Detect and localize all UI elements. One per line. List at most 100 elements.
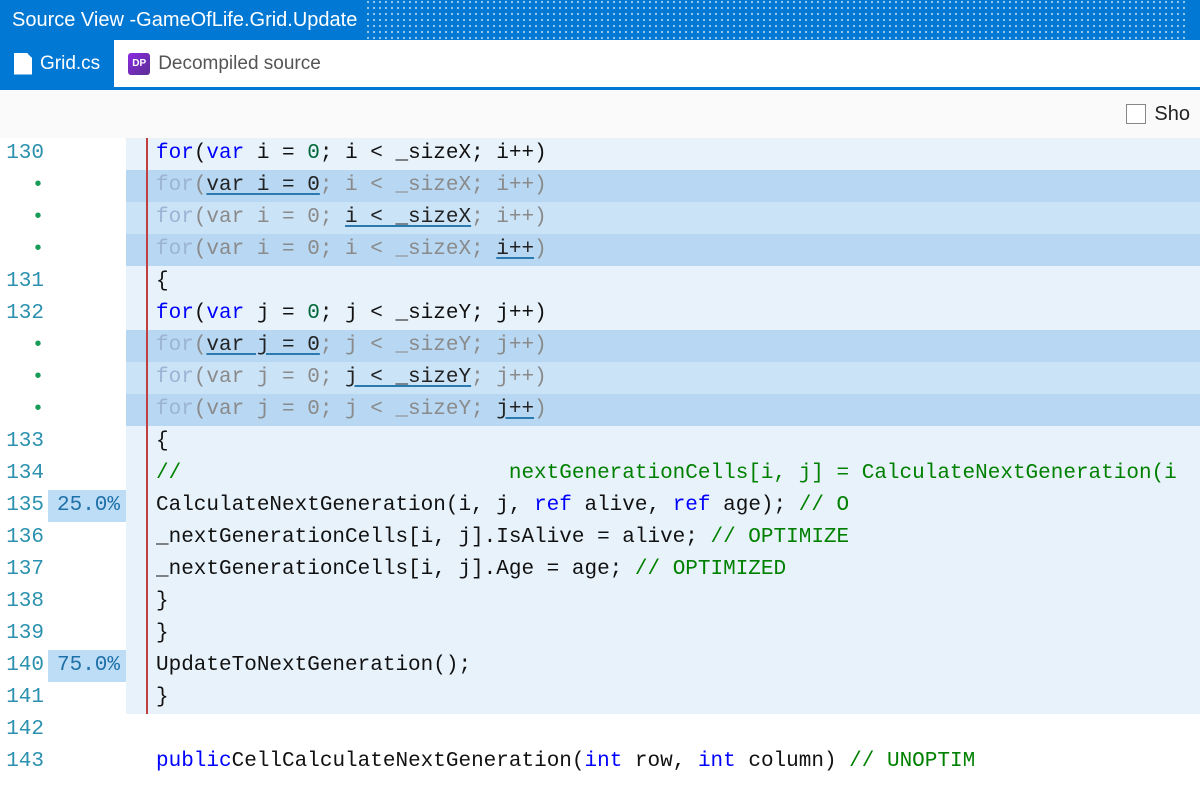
toolbar: Sho (0, 90, 1200, 138)
code-text[interactable]: for (var i = 0; i < _sizeX; i++) (156, 138, 1200, 170)
percent-gutter (48, 234, 126, 266)
change-bar (126, 458, 156, 490)
line-number: 143 (0, 746, 48, 778)
title-grip[interactable] (365, 0, 1188, 40)
code-text[interactable]: // nextGenerationCells[i, j] = Calculate… (156, 458, 1200, 490)
code-row[interactable]: • for (var i = 0; i < _sizeX; i++) (0, 202, 1200, 234)
percent-gutter: 25.0% (48, 490, 126, 522)
line-number: 136 (0, 522, 48, 554)
tab-grid-cs[interactable]: Grid.cs (0, 40, 114, 87)
line-number: • (0, 202, 48, 234)
change-bar (126, 682, 156, 714)
code-text[interactable]: for (var i = 0; i < _sizeX; i++) (156, 202, 1200, 234)
line-number: • (0, 394, 48, 426)
percent-gutter (48, 682, 126, 714)
code-row[interactable]: 134// nextGenerationCells[i, j] = Calcul… (0, 458, 1200, 490)
change-bar (126, 522, 156, 554)
code-text[interactable]: for (var j = 0; j < _sizeY; j++) (156, 362, 1200, 394)
code-row[interactable]: 136 _nextGenerationCells[i, j].IsAlive =… (0, 522, 1200, 554)
change-bar (126, 234, 156, 266)
code-text[interactable]: for (var i = 0; i < _sizeX; i++) (156, 170, 1200, 202)
code-text[interactable]: UpdateToNextGeneration(); (156, 650, 1200, 682)
change-bar (126, 746, 156, 778)
percent-gutter (48, 714, 126, 746)
line-number: • (0, 170, 48, 202)
code-row[interactable]: 141 } (0, 682, 1200, 714)
code-text[interactable]: } (156, 618, 1200, 650)
percent-gutter (48, 458, 126, 490)
code-row[interactable]: • for (var j = 0; j < _sizeY; j++) (0, 362, 1200, 394)
code-text[interactable]: public Cell CalculateNextGeneration(int … (156, 746, 1200, 778)
title-bar: Source View - GameOfLife.Grid.Update (0, 0, 1200, 40)
code-text[interactable]: } (156, 586, 1200, 618)
change-bar (126, 330, 156, 362)
line-number: 133 (0, 426, 48, 458)
code-text[interactable]: for (var j = 0; j < _sizeY; j++) (156, 394, 1200, 426)
line-number: 132 (0, 298, 48, 330)
code-text[interactable]: } (156, 682, 1200, 714)
code-row[interactable]: 131 { (0, 266, 1200, 298)
code-text[interactable]: for (var j = 0; j < _sizeY; j++) (156, 330, 1200, 362)
percent-gutter (48, 298, 126, 330)
code-row[interactable]: 14075.0% UpdateToNextGeneration(); (0, 650, 1200, 682)
code-text[interactable]: CalculateNextGeneration(i, j, ref alive,… (156, 490, 1200, 522)
code-text[interactable]: { (156, 426, 1200, 458)
code-row[interactable]: 132 for (var j = 0; j < _sizeY; j++) (0, 298, 1200, 330)
line-number: 130 (0, 138, 48, 170)
change-bar (126, 554, 156, 586)
code-row[interactable]: 142 (0, 714, 1200, 746)
change-bar (126, 362, 156, 394)
code-text[interactable]: { (156, 266, 1200, 298)
change-bar (126, 426, 156, 458)
tab-decompiled-source[interactable]: DP Decompiled source (114, 40, 335, 87)
code-row[interactable]: • for (var j = 0; j < _sizeY; j++) (0, 394, 1200, 426)
code-row[interactable]: • for (var i = 0; i < _sizeX; i++) (0, 234, 1200, 266)
percent-gutter (48, 138, 126, 170)
code-text[interactable]: _nextGenerationCells[i, j].IsAlive = ali… (156, 522, 1200, 554)
show-checkbox-label: Sho (1154, 103, 1190, 126)
line-number: 137 (0, 554, 48, 586)
tab-label: Decompiled source (158, 53, 321, 75)
line-number: 135 (0, 490, 48, 522)
change-bar (126, 714, 156, 746)
code-row[interactable]: 138 } (0, 586, 1200, 618)
percent-gutter (48, 618, 126, 650)
title-path: GameOfLife.Grid.Update (136, 9, 357, 32)
percent-gutter (48, 266, 126, 298)
tab-strip: Grid.cs DP Decompiled source (0, 40, 1200, 90)
percent-gutter (48, 746, 126, 778)
code-text[interactable]: for (var i = 0; i < _sizeX; i++) (156, 234, 1200, 266)
line-number: 140 (0, 650, 48, 682)
code-row[interactable]: 143 public Cell CalculateNextGeneration(… (0, 746, 1200, 778)
change-bar (126, 650, 156, 682)
code-row[interactable]: • for (var j = 0; j < _sizeY; j++) (0, 330, 1200, 362)
change-bar (126, 618, 156, 650)
percent-gutter (48, 362, 126, 394)
code-row[interactable]: 137 _nextGenerationCells[i, j].Age = age… (0, 554, 1200, 586)
change-bar (126, 298, 156, 330)
percent-gutter (48, 586, 126, 618)
percent-gutter (48, 554, 126, 586)
code-row[interactable]: 13525.0% CalculateNextGeneration(i, j, r… (0, 490, 1200, 522)
code-text[interactable]: for (var j = 0; j < _sizeY; j++) (156, 298, 1200, 330)
code-row[interactable]: • for (var i = 0; i < _sizeX; i++) (0, 170, 1200, 202)
line-number: • (0, 234, 48, 266)
show-checkbox[interactable] (1126, 104, 1146, 124)
code-text[interactable]: _nextGenerationCells[i, j].Age = age; //… (156, 554, 1200, 586)
percent-gutter: 75.0% (48, 650, 126, 682)
code-row[interactable]: 130 for (var i = 0; i < _sizeX; i++) (0, 138, 1200, 170)
line-number: 142 (0, 714, 48, 746)
change-bar (126, 138, 156, 170)
code-row[interactable]: 133 { (0, 426, 1200, 458)
source-view[interactable]: 130 for (var i = 0; i < _sizeX; i++)• fo… (0, 138, 1200, 778)
code-row[interactable]: 139 } (0, 618, 1200, 650)
title-prefix: Source View - (12, 9, 136, 32)
percent-gutter (48, 330, 126, 362)
line-number: 139 (0, 618, 48, 650)
code-text[interactable] (156, 714, 1200, 746)
percent-gutter (48, 202, 126, 234)
line-number: • (0, 330, 48, 362)
percent-gutter (48, 170, 126, 202)
line-number: 131 (0, 266, 48, 298)
change-bar (126, 586, 156, 618)
